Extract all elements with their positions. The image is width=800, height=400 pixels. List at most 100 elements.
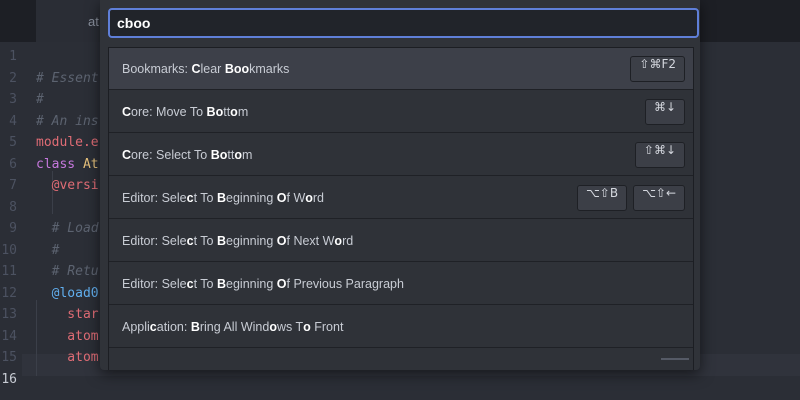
code-text: # Retu — [36, 261, 99, 283]
label-text: ore: Select To — [131, 148, 211, 162]
match-highlight: B — [216, 191, 227, 205]
line-number: 8 — [9, 199, 17, 215]
code-text: @load0 — [36, 283, 99, 305]
line-number: 16 — [1, 371, 17, 387]
command-label: Core: Select To Bottom — [122, 134, 252, 176]
line-number: 13 — [1, 307, 17, 322]
code-token: # — [36, 92, 44, 107]
match-highlight: o — [234, 148, 242, 162]
label-text: t To — [193, 277, 217, 291]
match-highlight: O — [276, 234, 287, 248]
line-number: 15 — [1, 350, 17, 365]
line-number: 3 — [9, 92, 17, 107]
match-highlight: C — [122, 105, 132, 119]
code-token: At — [82, 156, 99, 172]
command-result-item[interactable]: Core: Select To Bottom ⇧⌘↓ — [109, 134, 693, 176]
line-number: 10 — [1, 242, 17, 258]
line-number: 11 — [1, 264, 17, 279]
label-text: eginning — [226, 234, 277, 248]
command-result-item[interactable]: Bookmarks: Clear Bookmarks ⇧⌘F2 — [109, 48, 693, 90]
label-text: ring All Wind — [199, 320, 270, 334]
match-highlight: O — [276, 191, 287, 205]
match-highlight: Bo — [206, 105, 224, 119]
code-text: star — [36, 304, 99, 326]
label-text: Bookmarks: — [122, 62, 192, 76]
match-highlight: B — [216, 234, 227, 248]
match-highlight: c — [186, 234, 194, 248]
code-token: # — [36, 242, 60, 258]
command-label: Core: Move To Bottom — [122, 91, 248, 133]
results-scrollbar[interactable] — [661, 358, 689, 360]
label-text: Appli — [122, 320, 150, 334]
label-text: rd — [312, 191, 325, 205]
label-text: eginning — [226, 277, 277, 291]
label-text: t To — [193, 234, 217, 248]
code-text: # — [36, 240, 60, 262]
code-token: atom — [36, 350, 99, 365]
label-text: kmarks — [249, 62, 290, 76]
match-highlight: o — [269, 320, 277, 334]
code-token: # Retu — [36, 264, 99, 279]
code-token: star — [36, 307, 99, 322]
code-token: @versi — [36, 178, 99, 193]
line-number: 5 — [9, 135, 17, 150]
label-text: rd — [342, 234, 354, 248]
command-result-item[interactable]: Editor: Select To Beginning Of Next Word — [109, 220, 693, 262]
label-text: ore: Move To — [131, 105, 207, 119]
line-number: 12 — [1, 285, 17, 301]
match-highlight: B — [190, 320, 200, 334]
label-text: f W — [286, 191, 306, 205]
code-text: class At — [36, 154, 99, 176]
code-token: module.e — [36, 135, 99, 150]
command-label: Editor: Select To Beginning Of Next Word — [122, 220, 353, 262]
keybinding-group: ⌘↓ — [644, 99, 685, 125]
match-highlight: c — [186, 277, 194, 291]
match-highlight: o — [303, 320, 311, 334]
command-result-item[interactable]: Editor: Select To Beginning Of Word ⌥⇧B ⌥⇧… — [109, 177, 693, 219]
command-label: Editor: Select To Beginning Of Previous … — [122, 263, 404, 305]
keybinding-badge: ⌥⇧B — [576, 185, 628, 211]
label-text: m — [241, 148, 253, 162]
match-highlight: C — [191, 62, 201, 76]
command-label: Application: Bring All Windows To Front — [122, 306, 343, 348]
match-highlight: Boo — [224, 62, 250, 76]
command-result-item[interactable]: Editor: Select To Beginning Of Previous … — [109, 263, 693, 305]
command-result-item[interactable]: Application: Bring All Windows To Front — [109, 306, 693, 348]
label-text: t To — [193, 191, 217, 205]
code-text: atom — [36, 326, 99, 348]
keybinding-badge: ⇧⌘↓ — [634, 142, 685, 168]
match-highlight: c — [186, 191, 194, 205]
label-text: f Next W — [286, 234, 335, 248]
match-highlight: o — [230, 105, 238, 119]
code-text: # Essent — [36, 68, 99, 90]
command-result-item[interactable]: Core: Move To Bottom ⌘↓ — [109, 91, 693, 133]
keybinding-group: ⌥⇧B ⌥⇧← — [576, 185, 685, 211]
line-number: 2 — [9, 70, 17, 86]
code-text: module.e — [36, 132, 99, 154]
keybinding-badge: ⌘↓ — [644, 99, 685, 125]
match-highlight: C — [122, 148, 132, 162]
code-token: # Essent — [36, 70, 99, 86]
line-number: 14 — [1, 328, 17, 344]
label-text: ation: — [156, 320, 191, 334]
label-text: ws T — [276, 320, 304, 334]
line-number: 4 — [9, 113, 17, 129]
label-text: Editor: Sele — [122, 191, 187, 205]
match-highlight: o — [334, 234, 343, 248]
line-number: 6 — [9, 156, 17, 172]
command-search-input[interactable] — [108, 8, 699, 38]
code-token: atom — [36, 328, 99, 344]
code-token: # An ins — [36, 113, 99, 129]
command-results-list[interactable]: Application: Bring All Windows To Front E… — [108, 47, 694, 370]
label-text: lear — [200, 62, 225, 76]
command-label: Bookmarks: Clear Bookmarks — [122, 48, 289, 90]
code-text: # Load — [36, 218, 99, 240]
keybinding-badge: ⌥⇧← — [633, 185, 685, 211]
command-label: Editor: Select To Beginning Of Word — [122, 177, 324, 219]
keybinding-badge: ⇧⌘F2 — [630, 56, 685, 82]
label-text: m — [237, 105, 249, 119]
match-highlight: o — [305, 191, 313, 205]
label-text: Editor: Sele — [122, 234, 187, 248]
keybinding-group: ⇧⌘F2 — [630, 56, 685, 82]
code-text: # An ins — [36, 111, 99, 133]
